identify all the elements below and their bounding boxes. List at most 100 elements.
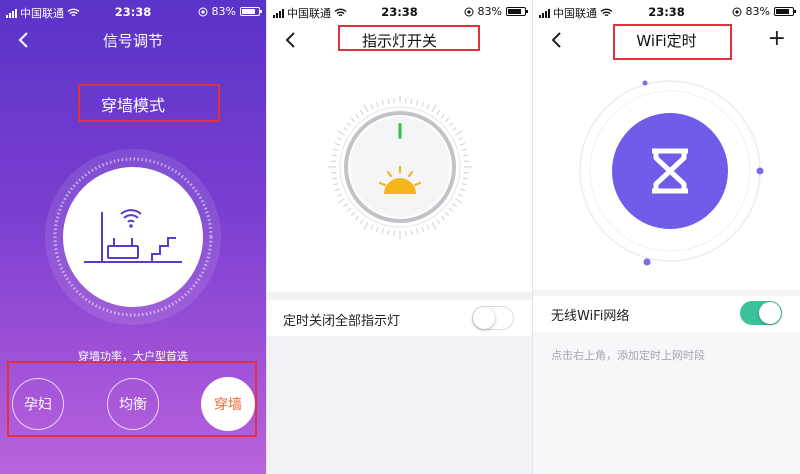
dial-tick bbox=[381, 228, 384, 234]
row-label: 定时关闭全部指示灯 bbox=[283, 314, 401, 329]
wifi-timer-screen: 中国联通 23:38 83% WiFi定时 + 无线WiFi网络 点击右上角，添… bbox=[533, 0, 800, 474]
router-icon bbox=[45, 149, 221, 325]
scheduled-off-toggle[interactable] bbox=[472, 306, 514, 330]
current-mode-title: 穿墙模式 bbox=[100, 96, 165, 115]
timer-illustration bbox=[575, 76, 765, 266]
highlight-box bbox=[338, 25, 480, 51]
dial-tick bbox=[436, 219, 440, 224]
battery-icon bbox=[774, 7, 796, 16]
hint-area: 点击右上角，添加定时上网时段 bbox=[533, 332, 800, 474]
dial-tick bbox=[337, 193, 343, 197]
dial-tick bbox=[452, 127, 457, 131]
dial-tick bbox=[410, 229, 413, 236]
location-icon bbox=[732, 7, 742, 16]
mode-button-pregnant[interactable]: 孕妇 bbox=[12, 378, 64, 430]
dial-tick bbox=[333, 183, 339, 186]
empty-area bbox=[267, 336, 532, 474]
battery-icon bbox=[506, 7, 528, 16]
settings-row-wifi: 无线WiFi网络 bbox=[533, 296, 800, 332]
dial-tick bbox=[440, 215, 445, 221]
dial-tick bbox=[452, 203, 457, 207]
mode-button-wall-penetration[interactable]: 穿墙 bbox=[201, 377, 255, 431]
dial-tick bbox=[360, 110, 364, 115]
dial-tick bbox=[431, 222, 437, 230]
hint-text: 点击右上角，添加定时上网时段 bbox=[551, 349, 705, 362]
dial-tick bbox=[375, 101, 379, 108]
dial-tick bbox=[444, 117, 450, 123]
dial-tick bbox=[444, 211, 450, 217]
status-bar: 中国联通 23:38 83% bbox=[0, 0, 266, 22]
dial-tick bbox=[370, 104, 374, 110]
dial-tick bbox=[421, 226, 425, 233]
mode-button-balanced[interactable]: 均衡 bbox=[107, 378, 159, 430]
dial-tick bbox=[421, 101, 425, 108]
dial-tick bbox=[461, 148, 467, 151]
dial-tick bbox=[363, 104, 369, 112]
indicator-dial bbox=[325, 92, 475, 242]
dial-tick bbox=[457, 193, 463, 197]
settings-row-scheduled-off: 定时关闭全部指示灯 bbox=[267, 300, 532, 336]
dial-tick bbox=[346, 122, 352, 127]
status-bar: 中国联通 23:38 83% bbox=[533, 0, 800, 22]
battery-percent: 83% bbox=[211, 5, 236, 18]
dial-tick bbox=[355, 113, 360, 119]
dial-tick bbox=[350, 211, 356, 217]
dial-tick bbox=[346, 207, 352, 212]
dial-tick bbox=[370, 224, 374, 230]
location-icon bbox=[198, 7, 208, 16]
wifi-toggle[interactable] bbox=[740, 301, 782, 325]
dial-tick bbox=[448, 122, 454, 127]
dial-tick bbox=[334, 142, 341, 146]
dial-tick bbox=[387, 229, 390, 236]
dial-tick bbox=[459, 142, 466, 146]
dial-tick bbox=[459, 188, 466, 192]
dial-tick bbox=[440, 113, 445, 119]
dial-tick bbox=[457, 137, 463, 141]
plus-icon[interactable]: + bbox=[768, 28, 786, 50]
dial-tick bbox=[431, 104, 437, 112]
dial-tick bbox=[343, 127, 348, 131]
highlight-box bbox=[613, 24, 732, 60]
page-title: 信号调节 bbox=[102, 32, 163, 50]
dial-tick bbox=[410, 98, 413, 105]
dial-tick bbox=[337, 137, 343, 141]
dial-tick bbox=[426, 224, 430, 230]
status-bar: 中国联通 23:38 83% bbox=[267, 0, 532, 22]
dial-tick bbox=[337, 130, 345, 136]
row-label: 无线WiFi网络 bbox=[551, 309, 630, 324]
dial-tick bbox=[426, 104, 430, 110]
dial-tick bbox=[334, 188, 341, 192]
indicator-light-screen: 中国联通 23:38 83% 指示灯开关 定时关闭全部指示灯 bbox=[267, 0, 532, 474]
dial-tick bbox=[462, 154, 469, 157]
dial-tick bbox=[455, 198, 463, 204]
dial-tick bbox=[333, 148, 339, 151]
toggle-knob bbox=[473, 307, 495, 329]
navbar: 信号调节 bbox=[0, 22, 266, 58]
toggle-knob bbox=[759, 302, 781, 324]
dial-tick bbox=[363, 222, 369, 230]
dial-tick bbox=[416, 228, 419, 234]
router-illustration bbox=[44, 148, 222, 326]
dial-tick bbox=[337, 198, 345, 204]
location-icon bbox=[464, 7, 474, 16]
dial-tick bbox=[462, 177, 469, 180]
dial-tick bbox=[375, 226, 379, 233]
dial-tick bbox=[355, 215, 360, 221]
signal-adjust-screen: 中国联通 23:38 83% 信号调节 穿墙模式 穿墙功率，大户型首选 孕妇 均… bbox=[0, 0, 266, 474]
dial-tick bbox=[343, 203, 348, 207]
power-indicator-icon bbox=[398, 123, 402, 139]
dial-tick bbox=[331, 177, 338, 180]
battery-icon bbox=[240, 7, 262, 16]
dial-tick bbox=[416, 100, 419, 106]
dial-tick bbox=[448, 207, 454, 212]
battery-percent: 83% bbox=[745, 5, 770, 18]
dial-tick bbox=[387, 98, 390, 105]
dial-tick bbox=[331, 154, 338, 157]
dial-tick bbox=[461, 183, 467, 186]
section-divider bbox=[267, 292, 532, 300]
dial-tick bbox=[436, 110, 440, 115]
dial-tick bbox=[350, 117, 356, 123]
dial-tick bbox=[360, 219, 364, 224]
dial-tick bbox=[455, 130, 463, 136]
battery-percent: 83% bbox=[477, 5, 502, 18]
